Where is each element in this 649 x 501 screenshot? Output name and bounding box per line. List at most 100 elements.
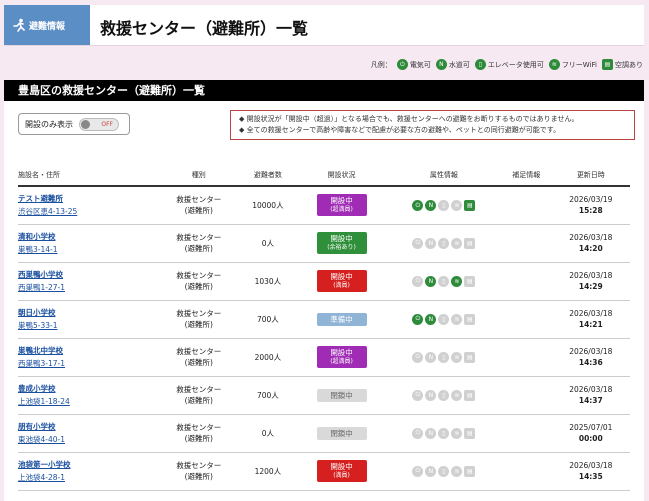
updated-date: 2026/03/18 xyxy=(569,309,613,318)
attributes-cell: ⏻ N ▯ ≋ ▤ xyxy=(386,338,501,377)
facility-name-link[interactable]: 朋有小学校 xyxy=(18,421,158,432)
updated-cell: 2026/03/18 14:37 xyxy=(551,376,630,415)
legend-water: N 水道可 xyxy=(435,59,470,70)
facility-cell: 西巣鴨小学校 西巣鴨1-27-1 xyxy=(18,262,158,301)
facility-name-link[interactable]: 池袋第一小学校 xyxy=(18,459,158,470)
facility-cell: 池袋第一小学校 上池袋4-28-1 xyxy=(18,452,158,491)
facility-name-link[interactable]: 巣鴨北中学校 xyxy=(18,345,158,356)
facility-address-link[interactable]: 渋谷区恵4-13-25 xyxy=(18,206,158,217)
facility-address-link[interactable]: 巣鴨3-14-1 xyxy=(18,244,158,255)
elevator-icon: ▯ xyxy=(438,200,450,211)
updated-cell: 2026/03/18 14:35 xyxy=(551,452,630,491)
facility-address-link[interactable]: 西巣鴨3-17-1 xyxy=(18,358,158,369)
facility-address-link[interactable]: 巣鴨5-33-1 xyxy=(18,320,158,331)
kind-cell: 救援センター (避難所) xyxy=(158,376,240,415)
legend-electricity-label: 電気可 xyxy=(409,60,431,69)
electricity-icon: ⏻ xyxy=(396,59,408,70)
status-cell: 開設中 (超満員) xyxy=(296,186,387,225)
facility-name-link[interactable]: テスト避難所 xyxy=(18,193,158,204)
updated-cell: 2026/03/18 14:20 xyxy=(551,224,630,263)
legend: 凡例： ⏻ 電気可 N 水道可 ▯ エレベータ使用可 ≋ フリーWiFi ▤ 空… xyxy=(371,59,643,70)
updated-date: 2025/07/01 xyxy=(569,423,613,432)
updated-time: 00:00 xyxy=(578,434,603,443)
attributes-cell: ⏻ N ▯ ≋ ▤ xyxy=(386,300,501,339)
evacuation-info-logo[interactable]: 避難情報 xyxy=(4,5,90,45)
facility-name-link[interactable]: 清和小学校 xyxy=(18,231,158,242)
col-status: 開設状況 xyxy=(296,164,387,187)
table-row: 西巣鴨小学校 西巣鴨1-27-1 救援センター (避難所) 1030人 開設中 (満員) ⏻ N… xyxy=(18,262,630,301)
electricity-icon: ⏻ xyxy=(412,427,424,439)
updated-cell: 2026/03/19 15:28 xyxy=(551,186,630,225)
facility-name-link[interactable]: 西巣鴨小学校 xyxy=(18,269,158,280)
wifi-icon: ≋ xyxy=(451,313,463,325)
electricity-icon: ⏻ xyxy=(412,465,424,477)
panel-title: 豊島区の救援センター（避難所）一覧 xyxy=(4,80,644,101)
wifi-icon: ≋ xyxy=(451,237,463,249)
electricity-icon: ⏻ xyxy=(412,237,424,249)
elevator-icon: ▯ xyxy=(438,465,450,477)
aircon-icon: ▤ xyxy=(464,427,476,439)
kind-cell: 救援センター (避難所) xyxy=(158,414,240,453)
kind-sublabel: (避難所) xyxy=(184,282,213,291)
table-row: 朝日小学校 巣鴨5-33-1 救援センター (避難所) 700人 準備中 ⏻ N ▯ ≋ ▤ 2026… xyxy=(18,300,630,339)
elevator-icon: ▯ xyxy=(438,313,450,325)
status-badge: 開設中 (満員) xyxy=(316,270,367,292)
col-attributes: 属性情報 xyxy=(386,164,501,187)
kind-sublabel: (避難所) xyxy=(184,244,213,253)
status-badge: 閉鎖中 xyxy=(316,426,367,440)
kind-label: 救援センター xyxy=(176,461,222,470)
wifi-icon: ≋ xyxy=(451,389,463,401)
facility-address-link[interactable]: 上池袋4-28-1 xyxy=(18,472,158,483)
kind-sublabel: (避難所) xyxy=(184,358,213,367)
kind-cell: 救援センター (避難所) xyxy=(158,224,240,263)
shelter-panel: 豊島区の救援センター（避難所）一覧 開設のみ表示 OFF ◆ 開設状況が「開設中… xyxy=(4,80,644,501)
kind-label: 救援センター xyxy=(176,195,222,205)
toggle-state: OFF xyxy=(101,120,113,128)
table-row: テスト避難所 渋谷区恵4-13-25 救援センター (避難所) 10000人 開設中 (超満… xyxy=(18,186,630,225)
table-row: 巣鴨北中学校 西巣鴨3-17-1 救援センター (避難所) 2000人 開設中 (超満員) ⏻… xyxy=(18,338,630,377)
legend-wifi: ≋ フリーWiFi xyxy=(548,59,597,70)
status-cell: 閉鎖中 xyxy=(296,414,387,453)
status-label: 開設中 xyxy=(330,462,353,471)
count-cell: 0人 xyxy=(239,224,297,263)
col-kind: 種別 xyxy=(158,164,240,187)
facility-address-link[interactable]: 上池袋1-18-24 xyxy=(18,396,158,407)
facility-address-link[interactable]: 西巣鴨1-27-1 xyxy=(18,282,158,293)
count-cell: 700人 xyxy=(239,300,297,339)
facility-address-link[interactable]: 東池袋4-40-1 xyxy=(18,434,158,445)
attributes-cell: ⏻ N ▯ ≋ ▤ xyxy=(386,262,501,301)
notes-cell xyxy=(500,262,552,301)
status-cell: 開設中 (超満員) xyxy=(296,338,387,377)
shelter-table: 施設名・住所 種別 避難者数 開設状況 属性情報 補足情報 更新日時 テスト避難… xyxy=(18,164,630,491)
aircon-icon: ▤ xyxy=(464,237,476,249)
status-label: 閉鎖中 xyxy=(330,390,353,400)
electricity-icon: ⏻ xyxy=(412,275,424,287)
kind-cell: 救援センター (避難所) xyxy=(158,300,240,339)
wifi-icon: ≋ xyxy=(451,275,463,287)
water-icon: N xyxy=(425,275,437,287)
table-row: 清和小学校 巣鴨3-14-1 救援センター (避難所) 0人 開設中 (余裕あり) ⏻ N ▯ ≋ ▤… xyxy=(18,224,630,263)
aircon-icon: ▤ xyxy=(464,313,476,325)
col-count: 避難者数 xyxy=(239,164,297,187)
attributes-cell: ⏻ N ▯ ≋ ▤ xyxy=(386,414,501,453)
legend-elevator-label: エレベータ使用可 xyxy=(487,60,544,69)
facility-name-link[interactable]: 朝日小学校 xyxy=(18,307,158,318)
updated-date: 2026/03/19 xyxy=(569,195,613,205)
legend-water-label: 水道可 xyxy=(448,60,470,69)
table-header-row: 施設名・住所 種別 避難者数 開設状況 属性情報 補足情報 更新日時 xyxy=(18,164,630,187)
water-icon: N xyxy=(425,351,437,363)
facility-name-link[interactable]: 豊成小学校 xyxy=(18,383,158,394)
attributes-cell: ⏻ N ▯ ≋ ▤ xyxy=(386,376,501,415)
count-cell: 0人 xyxy=(239,414,297,453)
elevator-icon: ▯ xyxy=(438,427,450,439)
updated-cell: 2026/03/18 14:21 xyxy=(551,300,630,339)
elevator-icon: ▯ xyxy=(438,351,450,363)
legend-aircon: ▤ 空調あり xyxy=(602,59,643,70)
kind-cell: 救援センター (避難所) xyxy=(158,452,240,491)
col-updated: 更新日時 xyxy=(551,164,630,187)
wifi-icon: ≋ xyxy=(548,59,560,70)
open-only-toggle[interactable]: OFF xyxy=(79,117,119,131)
legend-wifi-label: フリーWiFi xyxy=(561,60,597,69)
wifi-icon: ≋ xyxy=(451,465,463,477)
open-only-filter[interactable]: 開設のみ表示 OFF xyxy=(18,113,130,135)
